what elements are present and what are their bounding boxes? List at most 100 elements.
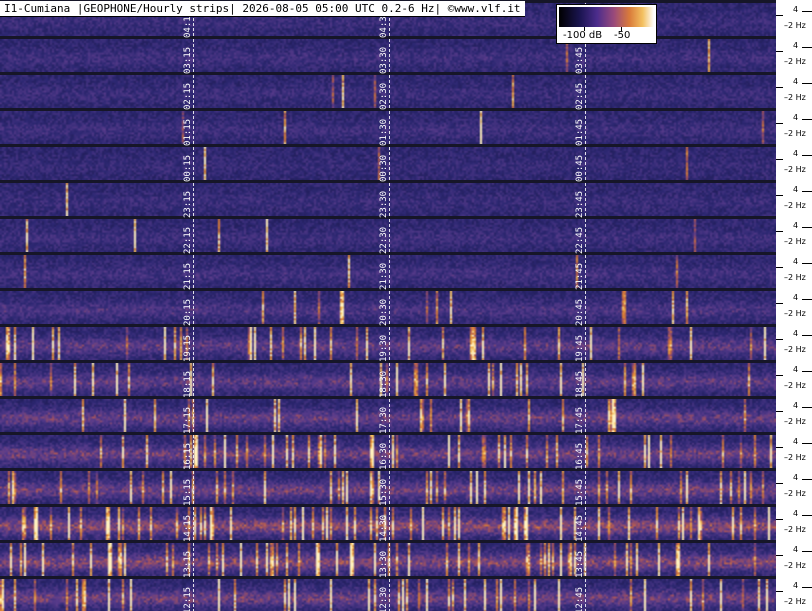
time-gridline xyxy=(389,579,390,611)
time-gridline xyxy=(389,75,390,108)
tick-mark xyxy=(776,447,783,448)
time-gridline xyxy=(585,435,586,468)
tick-mark xyxy=(802,587,812,588)
colorbar-low-label: -100 dB xyxy=(563,30,603,41)
frequency-scale-row: 4 –2 Hz xyxy=(776,183,812,219)
time-gridline xyxy=(585,75,586,108)
hourly-strip: 15:15 15:30 15:45 xyxy=(0,471,776,506)
time-gridline xyxy=(193,255,194,288)
time-gridline xyxy=(585,579,586,611)
tick-mark xyxy=(802,155,812,156)
time-gridline xyxy=(585,399,586,432)
tick-mark xyxy=(776,555,783,556)
time-gridline xyxy=(389,363,390,396)
hourly-strip: 00:15 00:30 00:45 xyxy=(0,147,776,182)
colorbar-legend: -100 dB -50 xyxy=(556,4,657,44)
time-label: 22:30 xyxy=(379,226,389,254)
tick-mark xyxy=(802,191,812,192)
hourly-strip: 12:15 12:30 12:45 xyxy=(0,579,776,611)
time-gridline xyxy=(389,291,390,324)
tick-mark xyxy=(802,47,812,48)
tick-mark xyxy=(776,231,783,232)
frequency-label-upper: 4 xyxy=(793,5,799,14)
frequency-scale-row: 4 –2 Hz xyxy=(776,507,812,543)
time-gridline xyxy=(389,255,390,288)
frequency-label-upper: 4 xyxy=(793,185,799,194)
time-gridline xyxy=(389,111,390,144)
frequency-label-upper: 4 xyxy=(793,113,799,122)
frequency-label-lower: –2 Hz xyxy=(784,129,806,138)
time-gridline xyxy=(389,435,390,468)
frequency-label-upper: 4 xyxy=(793,437,799,446)
frequency-scale-row: 4 –2 Hz xyxy=(776,111,812,147)
time-label: 12:15 xyxy=(183,586,193,611)
frequency-label-lower: –2 Hz xyxy=(784,309,806,318)
time-label: 23:45 xyxy=(575,190,585,218)
tick-mark xyxy=(802,263,812,264)
hourly-strip: 13:15 13:30 13:45 xyxy=(0,543,776,578)
frequency-label-upper: 4 xyxy=(793,149,799,158)
frequency-scale-row: 4 –2 Hz xyxy=(776,219,812,255)
tick-mark xyxy=(776,411,783,412)
time-label: 15:45 xyxy=(575,478,585,506)
time-gridline xyxy=(389,219,390,252)
tick-mark xyxy=(776,339,783,340)
colorbar-gradient xyxy=(559,7,654,27)
frequency-scale-row: 4 –2 Hz xyxy=(776,579,812,611)
frequency-label-lower: –2 Hz xyxy=(784,561,806,570)
time-label: 19:15 xyxy=(183,334,193,362)
time-label: 21:15 xyxy=(183,262,193,290)
time-gridline xyxy=(389,147,390,180)
time-label: 01:30 xyxy=(379,118,389,146)
time-label: 23:15 xyxy=(183,190,193,218)
time-label: 21:45 xyxy=(575,262,585,290)
colorbar-high-label: -50 xyxy=(614,30,631,41)
time-label: 00:30 xyxy=(379,154,389,182)
frequency-label-upper: 4 xyxy=(793,509,799,518)
frequency-scale-row: 4 –2 Hz xyxy=(776,75,812,111)
frequency-label-lower: –2 Hz xyxy=(784,273,806,282)
time-gridline xyxy=(585,363,586,396)
frequency-label-upper: 4 xyxy=(793,473,799,482)
frequency-label-lower: –2 Hz xyxy=(784,453,806,462)
time-gridline xyxy=(389,399,390,432)
time-label: 20:30 xyxy=(379,298,389,326)
tick-mark xyxy=(776,159,783,160)
tick-mark xyxy=(802,371,812,372)
frequency-label-lower: –2 Hz xyxy=(784,57,806,66)
time-label: 16:30 xyxy=(379,442,389,470)
frequency-label-upper: 4 xyxy=(793,545,799,554)
time-label: 13:45 xyxy=(575,550,585,578)
tick-mark xyxy=(776,195,783,196)
tick-mark xyxy=(802,335,812,336)
frequency-label-lower: –2 Hz xyxy=(784,597,806,606)
time-gridline xyxy=(389,327,390,360)
tick-mark xyxy=(802,83,812,84)
time-label: 02:15 xyxy=(183,82,193,110)
hourly-strip: 16:15 16:30 16:45 xyxy=(0,435,776,470)
spectrogram-viewer: 04:1504:3004:4503:1503:3003:4502:1502:30… xyxy=(0,0,812,611)
time-gridline xyxy=(193,363,194,396)
tick-mark xyxy=(802,515,812,516)
time-gridline xyxy=(585,255,586,288)
hourly-strip: 21:15 21:30 21:45 xyxy=(0,255,776,290)
time-gridline xyxy=(193,507,194,540)
hourly-strip: 01:15 01:30 01:45 xyxy=(0,111,776,146)
time-label: 17:15 xyxy=(183,406,193,434)
time-gridline xyxy=(193,543,194,576)
time-label: 13:15 xyxy=(183,550,193,578)
time-gridline xyxy=(193,435,194,468)
time-label: 13:30 xyxy=(379,550,389,578)
time-label: 14:30 xyxy=(379,514,389,542)
time-gridline xyxy=(585,543,586,576)
time-gridline xyxy=(193,471,194,504)
frequency-label-lower: –2 Hz xyxy=(784,345,806,354)
hourly-strip: 22:15 22:30 22:45 xyxy=(0,219,776,254)
time-label: 02:30 xyxy=(379,82,389,110)
frequency-label-lower: –2 Hz xyxy=(784,489,806,498)
frequency-scale-row: 4 –2 Hz xyxy=(776,399,812,435)
tick-mark xyxy=(776,375,783,376)
time-label: 22:45 xyxy=(575,226,585,254)
page-title: I1-Cumiana |GEOPHONE/Hourly strips| 2026… xyxy=(0,1,525,17)
time-label: 22:15 xyxy=(183,226,193,254)
